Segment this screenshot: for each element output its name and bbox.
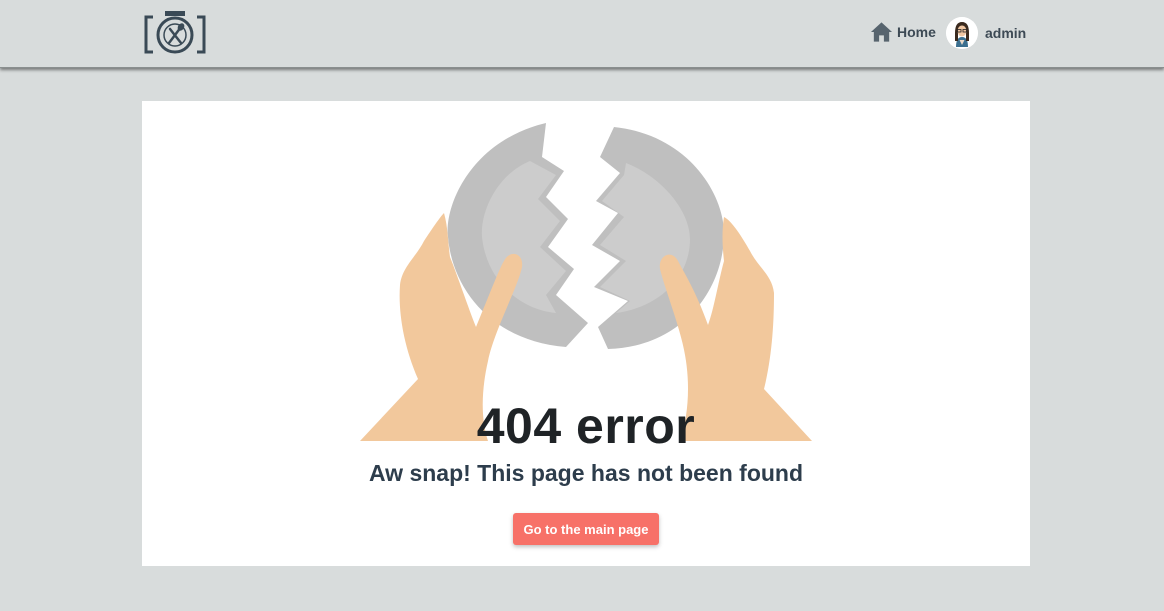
- nav-home-label: Home: [897, 24, 936, 40]
- go-to-main-page-button[interactable]: Go to the main page: [513, 513, 659, 545]
- error-code-heading: 404 error: [476, 398, 696, 454]
- nav-user-menu[interactable]: admin: [946, 16, 1026, 49]
- broken-plate-icon: [360, 123, 812, 441]
- avatar-icon: [946, 16, 978, 49]
- top-navbar: Home admin: [0, 0, 1164, 68]
- home-icon: [870, 22, 893, 42]
- error-card: 404 error Aw snap! This page has not bee…: [142, 101, 1030, 566]
- nav-user-label: admin: [985, 24, 1027, 41]
- camera-fork-knife-logo-icon[interactable]: [143, 10, 207, 56]
- nav-home-link[interactable]: Home: [870, 20, 936, 44]
- error-message: Aw snap! This page has not been found: [368, 460, 804, 486]
